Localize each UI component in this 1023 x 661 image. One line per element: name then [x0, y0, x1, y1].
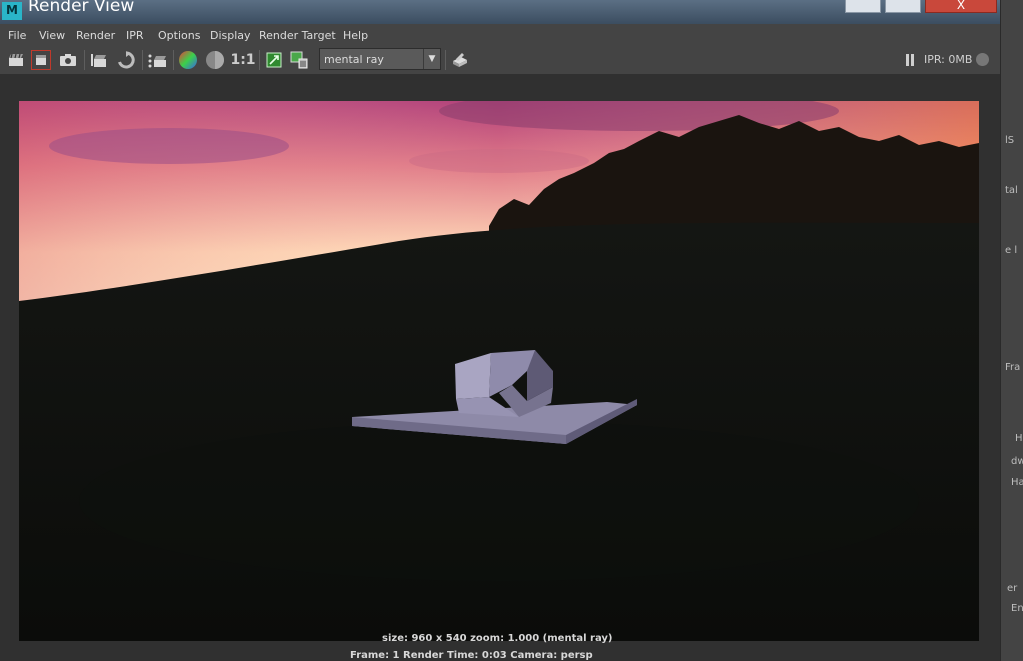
background-text: tal	[1005, 185, 1018, 196]
menu-ipr[interactable]: IPR	[126, 29, 144, 42]
snapshot-camera-icon[interactable]	[58, 50, 78, 70]
ipr-pause-icon[interactable]	[905, 54, 915, 66]
background-text: e l	[1005, 245, 1018, 256]
render-clapboard-icon[interactable]	[6, 50, 26, 70]
background-text: dw	[1011, 456, 1023, 467]
chevron-down-icon: ▼	[423, 49, 440, 69]
rendered-image[interactable]	[19, 101, 979, 641]
menu-bar: File View Render IPR Options Display Ren…	[0, 25, 1000, 46]
render-viewport[interactable]	[0, 74, 1000, 661]
ipr-status-indicator	[976, 53, 989, 66]
render-info-frame-time-camera: Frame: 1 Render Time: 0:03 Camera: persp	[350, 650, 593, 661]
toolbar-separator	[84, 50, 85, 70]
alpha-channel-icon[interactable]	[205, 50, 225, 70]
menu-render-target[interactable]: Render Target	[259, 29, 336, 42]
remove-image-icon[interactable]	[289, 50, 309, 70]
menu-view[interactable]: View	[39, 29, 65, 42]
maximize-button[interactable]	[885, 0, 921, 13]
ipr-memory-status: IPR: 0MB	[924, 53, 973, 66]
toolbar-separator	[142, 50, 143, 70]
toolbar-separator	[173, 50, 174, 70]
background-text: En	[1011, 603, 1023, 614]
keep-image-icon[interactable]	[264, 50, 284, 70]
ipr-render-icon[interactable]	[89, 50, 109, 70]
maya-logo-icon: M	[2, 2, 22, 20]
menu-display[interactable]: Display	[210, 29, 251, 42]
menu-file[interactable]: File	[8, 29, 26, 42]
background-text: H	[1015, 433, 1023, 444]
renderer-dropdown[interactable]: mental ray ▼	[319, 48, 441, 70]
render-region-icon[interactable]	[31, 50, 51, 70]
render-view-window: M Render View X File View Render IPR Opt…	[0, 0, 1000, 661]
background-text: er	[1007, 583, 1018, 594]
background-text: lS	[1005, 135, 1015, 146]
minimize-button[interactable]	[845, 0, 881, 13]
render-sequence-icon[interactable]	[147, 50, 167, 70]
toolbar-separator	[259, 50, 260, 70]
toolbar-separator	[445, 50, 446, 70]
menu-help[interactable]: Help	[343, 29, 368, 42]
menu-options[interactable]: Options	[158, 29, 200, 42]
render-info-size-zoom: size: 960 x 540 zoom: 1.000 (mental ray)	[382, 633, 613, 644]
refresh-icon[interactable]	[116, 50, 136, 70]
background-text: Fra	[1005, 362, 1021, 373]
background-app-panel: lS tal e l Fra H dw Ha er En	[1000, 0, 1023, 661]
menu-render[interactable]: Render	[76, 29, 115, 42]
window-title: Render View	[28, 0, 135, 16]
toolbar: 1:1 mental ray ▼ IPR: 0MB	[0, 46, 1000, 74]
real-size-button[interactable]: 1:1	[230, 50, 255, 70]
rgb-channels-icon[interactable]	[178, 50, 198, 70]
render-settings-icon[interactable]	[450, 50, 470, 70]
title-bar[interactable]: M Render View X	[0, 0, 1000, 24]
renderer-value: mental ray	[324, 53, 384, 66]
background-text: Ha	[1011, 477, 1023, 488]
close-button[interactable]: X	[925, 0, 997, 13]
